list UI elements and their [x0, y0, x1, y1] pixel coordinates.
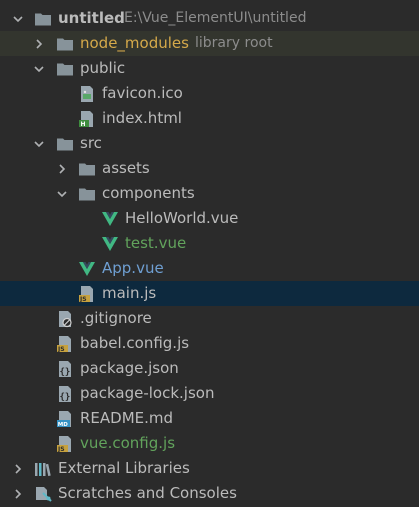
chevron-down-icon[interactable] — [11, 6, 25, 31]
project-tree: untitled E:\Vue_ElementUI\untitled node_… — [0, 0, 419, 502]
tree-row-helloworld-vue[interactable]: HelloWorld.vue — [0, 206, 419, 231]
folder-icon — [78, 185, 96, 203]
chevron-right-icon[interactable] — [32, 31, 46, 56]
gitignore-label: .gitignore — [80, 309, 152, 327]
html-file-icon: H — [78, 110, 96, 128]
assets-folder-label: assets — [102, 159, 150, 177]
public-folder-label: public — [80, 59, 126, 77]
svg-text:JS: JS — [79, 296, 87, 303]
vue-logo-icon — [101, 210, 119, 228]
index-html-label: index.html — [102, 109, 182, 127]
tree-row-main-js[interactable]: JS main.js — [0, 281, 419, 306]
favicon-label: favicon.ico — [102, 84, 183, 102]
folder-icon — [56, 60, 74, 78]
chevron-down-icon[interactable] — [55, 181, 69, 206]
folder-icon — [78, 160, 96, 178]
tree-row-external-libraries[interactable]: External Libraries — [0, 456, 419, 481]
json-file-icon: {} — [56, 360, 74, 378]
package-json-label: package.json — [80, 359, 179, 377]
scratches-icon — [34, 485, 52, 503]
vue-logo-icon — [101, 235, 119, 253]
tree-row-readme[interactable]: MD README.md — [0, 406, 419, 431]
tree-row-scratches[interactable]: Scratches and Consoles — [0, 481, 419, 506]
folder-icon — [56, 135, 74, 153]
svg-text:{}: {} — [60, 368, 71, 378]
package-lock-json-label: package-lock.json — [80, 384, 215, 402]
readme-label: README.md — [80, 409, 174, 427]
tree-row-favicon[interactable]: favicon.ico — [0, 81, 419, 106]
node-modules-label: node_modules — [80, 34, 189, 52]
chevron-right-icon[interactable] — [11, 481, 25, 506]
ignore-file-icon — [56, 310, 74, 328]
javascript-file-icon: JS — [56, 335, 74, 353]
chevron-down-icon[interactable] — [32, 131, 46, 156]
tree-row-public[interactable]: public — [0, 56, 419, 81]
tree-row-vue-config[interactable]: JS vue.config.js — [0, 431, 419, 456]
tree-row-package-lock-json[interactable]: {} package-lock.json — [0, 381, 419, 406]
excluded-folder-icon — [56, 35, 74, 53]
src-folder-label: src — [80, 134, 102, 152]
chevron-right-icon[interactable] — [55, 156, 69, 181]
project-root-path: E:\Vue_ElementUI\untitled — [124, 10, 307, 26]
tree-row-gitignore[interactable]: .gitignore — [0, 306, 419, 331]
javascript-file-icon: JS — [56, 435, 74, 453]
components-folder-label: components — [102, 184, 195, 202]
app-vue-label: App.vue — [102, 259, 164, 277]
image-file-icon — [78, 85, 96, 103]
helloworld-vue-label: HelloWorld.vue — [125, 209, 239, 227]
tree-row-assets[interactable]: assets — [0, 156, 419, 181]
external-libraries-icon — [34, 460, 52, 478]
tree-row-babel-config[interactable]: JS babel.config.js — [0, 331, 419, 356]
tree-row-app-vue[interactable]: App.vue — [0, 256, 419, 281]
external-libraries-label: External Libraries — [58, 459, 190, 477]
tree-row-project-root[interactable]: untitled E:\Vue_ElementUI\untitled — [0, 6, 419, 31]
svg-text:MD: MD — [58, 422, 68, 428]
vue-logo-icon — [78, 260, 96, 278]
project-root-name: untitled — [58, 9, 125, 27]
babel-config-label: babel.config.js — [80, 334, 190, 352]
svg-text:JS: JS — [57, 446, 65, 453]
library-root-hint: library root — [195, 35, 273, 51]
json-file-icon: {} — [56, 385, 74, 403]
folder-icon — [34, 10, 52, 28]
svg-text:H: H — [81, 121, 86, 128]
test-vue-label: test.vue — [125, 234, 187, 252]
chevron-right-icon[interactable] — [11, 456, 25, 481]
svg-text:{}: {} — [60, 393, 71, 403]
svg-text:JS: JS — [57, 346, 65, 353]
tree-row-src[interactable]: src — [0, 131, 419, 156]
tree-row-index-html[interactable]: H index.html — [0, 106, 419, 131]
tree-row-components[interactable]: components — [0, 181, 419, 206]
vue-config-label: vue.config.js — [80, 434, 176, 452]
chevron-down-icon[interactable] — [32, 56, 46, 81]
tree-row-package-json[interactable]: {} package.json — [0, 356, 419, 381]
scratches-label: Scratches and Consoles — [58, 484, 237, 502]
tree-row-test-vue[interactable]: test.vue — [0, 231, 419, 256]
javascript-file-icon: JS — [78, 285, 96, 303]
tree-row-node-modules[interactable]: node_modules library root — [0, 31, 419, 56]
main-js-label: main.js — [102, 284, 157, 302]
markdown-file-icon: MD — [56, 410, 74, 428]
